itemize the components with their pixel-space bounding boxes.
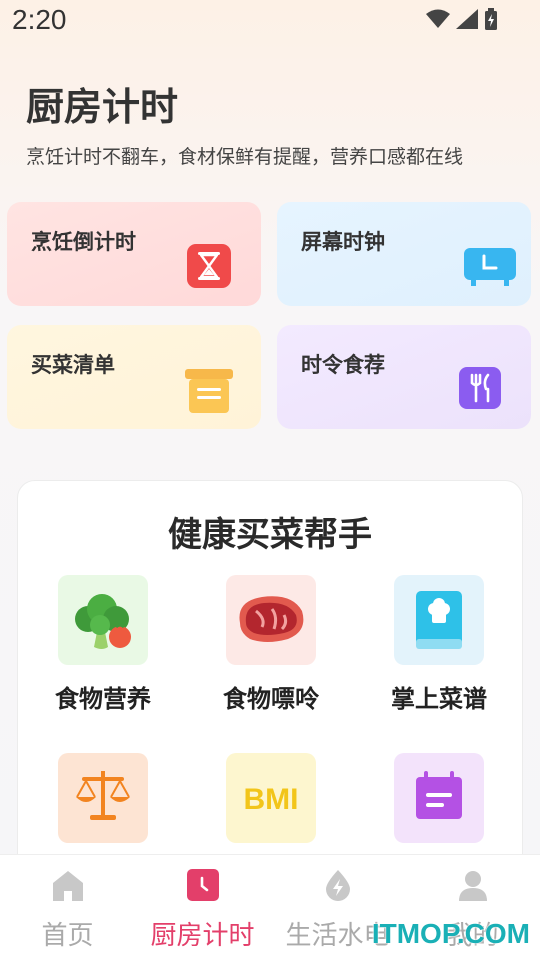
tool-food-purine[interactable]: 食物嘌呤: [206, 575, 336, 714]
screen-clock-card[interactable]: 屏幕时钟: [277, 202, 531, 306]
card-label: 屏幕时钟: [301, 230, 385, 254]
tool-tile: [394, 575, 484, 665]
user-icon: [458, 871, 487, 901]
tool-tile: [226, 575, 316, 665]
home-icon: [52, 871, 83, 901]
shopping-list-card[interactable]: 买菜清单: [7, 325, 261, 429]
recipe-book-icon: [416, 591, 462, 649]
svg-text:BMI: BMI: [244, 783, 299, 816]
fork-knife-icon: [459, 367, 501, 409]
signal-icon: [456, 9, 478, 29]
archive-box-icon: [185, 369, 233, 413]
calendar-icon: [416, 771, 462, 819]
tool-label: 食物营养: [55, 685, 151, 713]
tool-tile: [394, 753, 484, 843]
nav-label: 首页: [41, 921, 94, 951]
hourglass-icon: [187, 244, 231, 288]
nav-kitchen-timer[interactable]: 厨房计时: [135, 855, 270, 960]
page-subtitle: 烹饪计时不翻车，食材保鲜有提醒，营养口感都在线: [26, 146, 464, 168]
watermark: ITMOP.COM: [371, 918, 530, 949]
tool-bmi[interactable]: BMI: [206, 753, 336, 843]
card-label: 烹饪倒计时: [31, 230, 136, 254]
status-icons: [426, 8, 498, 30]
screen-clock-icon: [464, 248, 516, 286]
card-label: 买菜清单: [31, 353, 115, 377]
tool-tile: BMI: [226, 753, 316, 843]
lightning-icon: [325, 870, 350, 901]
cooking-countdown-card[interactable]: 烹饪倒计时: [7, 202, 261, 306]
bmi-icon: BMI: [244, 783, 299, 816]
tool-recipe-book[interactable]: 掌上菜谱: [374, 575, 504, 714]
health-shopping-helper-panel: 健康买菜帮手 食物营养 食物嘌呤 掌上菜谱 BMI: [17, 480, 523, 900]
tool-tile: [58, 575, 148, 665]
wifi-icon: [426, 9, 450, 28]
tool-label: 掌上菜谱: [391, 685, 487, 713]
section-title: 健康买菜帮手: [168, 515, 372, 555]
tool-label: 食物嘌呤: [223, 685, 319, 713]
seasonal-food-card[interactable]: 时令食荐: [277, 325, 531, 429]
steak-icon: [239, 596, 304, 642]
tool-tile: [58, 753, 148, 843]
nav-home[interactable]: 首页: [0, 855, 135, 960]
tool-calendar[interactable]: [374, 753, 504, 843]
tool-scale[interactable]: [38, 753, 168, 857]
card-label: 时令食荐: [301, 353, 385, 377]
status-time: 2:20: [12, 4, 67, 35]
status-bar: 2:20: [0, 0, 540, 48]
nav-label: 厨房计时: [150, 921, 255, 951]
page-title: 厨房计时: [26, 85, 179, 129]
battery-icon: [485, 8, 497, 30]
tool-food-nutrition[interactable]: 食物营养: [38, 575, 168, 714]
broccoli-icon: [75, 594, 131, 649]
scale-icon: [76, 771, 130, 820]
clock-icon: [186, 869, 219, 901]
